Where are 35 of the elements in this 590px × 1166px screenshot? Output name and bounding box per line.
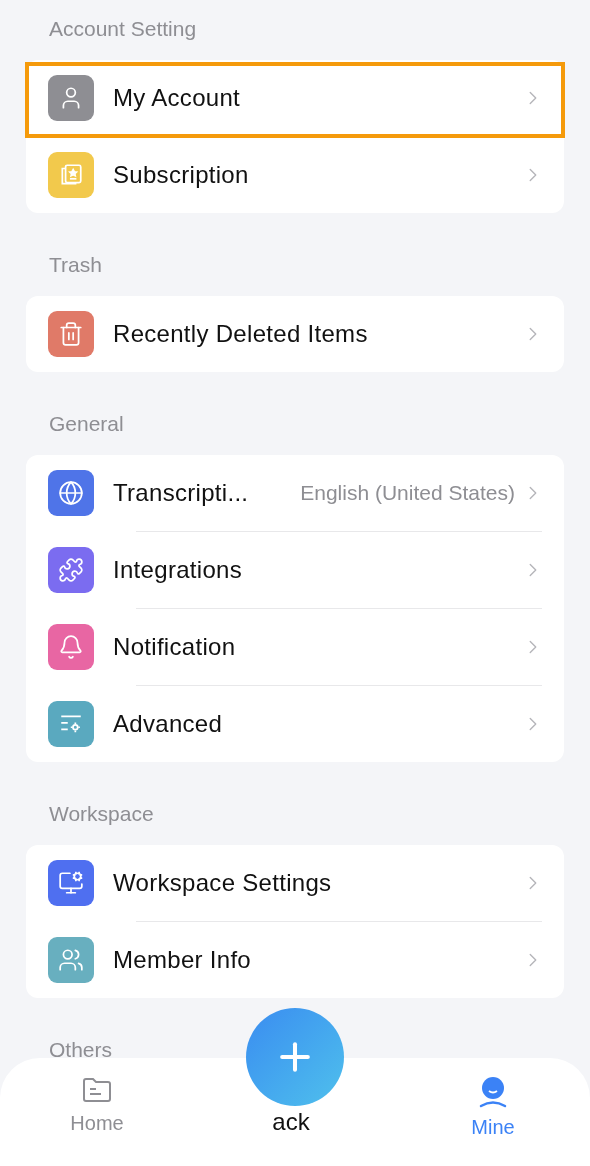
- settings-row[interactable]: Notification: [26, 609, 564, 685]
- trash-icon: [58, 321, 84, 347]
- section-header: Account Setting: [49, 15, 197, 42]
- section-header: Others: [49, 1036, 113, 1063]
- row-label: Transcripti...: [113, 478, 249, 508]
- section-header: Trash: [49, 251, 102, 278]
- settings-row[interactable]: Workspace Settings: [26, 845, 564, 921]
- settings-row[interactable]: Transcripti... English (United States): [26, 455, 564, 531]
- row-label: Workspace Settings: [113, 868, 332, 898]
- people-icon: [58, 947, 84, 973]
- settings-row[interactable]: Member Info: [26, 922, 564, 998]
- row-label: Recently Deleted Items: [113, 319, 368, 349]
- row-label: Advanced: [113, 709, 223, 739]
- row-label: My Account: [113, 83, 241, 113]
- tab[interactable]: ack: [272, 1108, 310, 1136]
- tab[interactable]: Mine: [396, 1076, 590, 1142]
- folder-icon: [81, 1076, 113, 1104]
- settings-row[interactable]: Recently Deleted Items: [26, 296, 564, 372]
- puzzle-icon: [58, 557, 84, 583]
- settings-row[interactable]: Advanced: [26, 686, 564, 762]
- row-label: Member Info: [113, 945, 252, 975]
- row-label: Notification: [113, 632, 236, 662]
- star-card-icon: [58, 162, 84, 188]
- profile-icon: [478, 1076, 508, 1108]
- monitor-gear-icon: [58, 870, 84, 896]
- settings-row[interactable]: Integrations: [26, 532, 564, 608]
- settings-row[interactable]: My Account: [26, 60, 564, 136]
- section-header: General: [49, 410, 124, 437]
- row-value: English (United States): [300, 480, 515, 507]
- bell-icon: [58, 634, 84, 660]
- globe-icon: [58, 480, 84, 506]
- section-header: Workspace: [49, 800, 154, 827]
- settings-row[interactable]: Subscription: [26, 137, 564, 213]
- row-label: Integrations: [113, 555, 242, 585]
- row-label: Subscription: [113, 160, 249, 190]
